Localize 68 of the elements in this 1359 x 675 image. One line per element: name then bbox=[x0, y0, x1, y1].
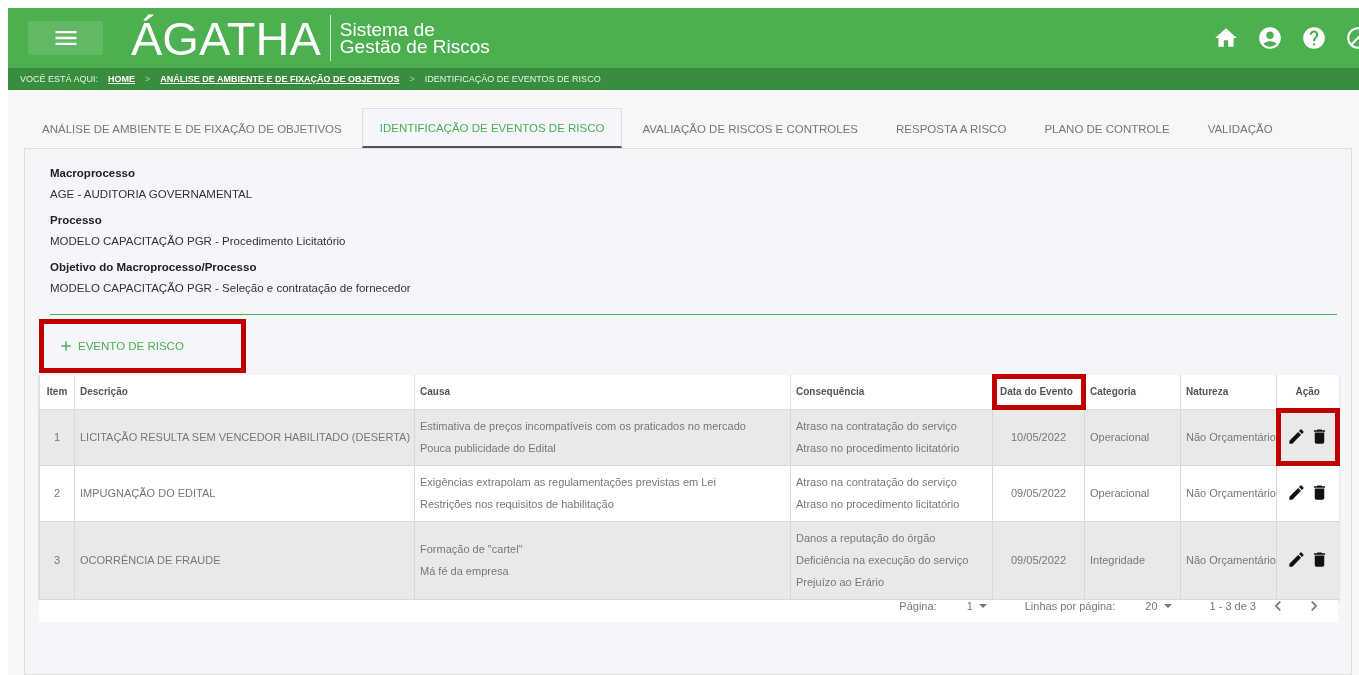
cause-text: Estimativa de preços incompatíveis com os praticados no mercado bbox=[420, 419, 747, 434]
tab[interactable]: PLANO DE CONTROLE bbox=[1026, 108, 1188, 148]
page-label: Página: bbox=[899, 599, 937, 612]
column-header: Item bbox=[39, 375, 75, 409]
breadcrumb-separator: > bbox=[409, 74, 415, 84]
field-value: AGE - AUDITORIA GOVERNAMENTAL bbox=[50, 188, 254, 200]
cause-text: Má fé da empresa bbox=[420, 564, 510, 579]
account-icon[interactable] bbox=[1257, 25, 1283, 51]
table-cell: Não Orçamentário bbox=[1180, 409, 1277, 465]
consequence-text: Danos a reputação do órgão bbox=[796, 531, 937, 546]
consequence-text: Deficiência na execução do serviço bbox=[796, 553, 970, 568]
column-header: Natureza bbox=[1180, 375, 1277, 409]
table-cell: 3 bbox=[39, 521, 75, 599]
rows-per-page-select[interactable]: 20 bbox=[1145, 599, 1172, 612]
table-cell: Integridade bbox=[1084, 521, 1181, 599]
table-cell: 2 bbox=[39, 465, 75, 521]
cause-text: Pouca publicidade do Edital bbox=[420, 441, 557, 456]
column-header: Ação bbox=[1276, 375, 1339, 409]
consequence-text: Atraso no procedimento licitatório bbox=[796, 497, 961, 512]
field-value: MODELO CAPACITAÇÃO PGR - Procedimento Licitatório bbox=[50, 235, 347, 247]
field-value: MODELO CAPACITAÇÃO PGR - Seleção e contratação de fornecedor bbox=[50, 282, 412, 294]
cause-text: Restrições nos requisitos de habilitação bbox=[420, 497, 615, 512]
field-label: Macroprocesso bbox=[50, 167, 136, 179]
app-subtitle: Sistema de Gestão de Riscos bbox=[338, 21, 490, 55]
consequence-text: Prejuízo ao Erário bbox=[796, 575, 886, 590]
column-header: Categoria bbox=[1084, 375, 1181, 409]
field-label: Processo bbox=[50, 214, 103, 226]
column-header: Descrição bbox=[74, 375, 415, 409]
add-risk-event-button[interactable]: EVENTO DE RISCO bbox=[39, 319, 246, 373]
table-cell: Operacional bbox=[1084, 465, 1181, 521]
table-cell: Operacional bbox=[1084, 409, 1181, 465]
plus-icon bbox=[58, 338, 74, 354]
table-cell: 1 bbox=[39, 409, 75, 465]
table-cell: IMPUGNAÇÃO DO EDITAL bbox=[74, 465, 415, 521]
caret-icon bbox=[978, 603, 987, 608]
caret-icon bbox=[1163, 603, 1172, 608]
field-label: Objetivo do Macroprocesso/Processo bbox=[50, 261, 258, 273]
table-cell: Não Orçamentário bbox=[1180, 521, 1277, 599]
consequence-text: Atraso no procedimento licitatório bbox=[796, 441, 961, 456]
column-header: Consequência bbox=[790, 375, 993, 409]
table-cell: Não Orçamentário bbox=[1180, 465, 1277, 521]
cause-text: Exigências extrapolam as regulamentações previstas em Lei bbox=[420, 475, 717, 490]
table-cell: LICITAÇÃO RESULTA SEM VENCEDOR HABILITADO (DESERTA) bbox=[74, 409, 415, 465]
tab[interactable]: AVALIAÇÃO DE RISCOS E CONTROLES bbox=[624, 108, 876, 148]
column-header: Data do Evento bbox=[992, 375, 1085, 409]
breadcrumb-link[interactable]: ANÁLISE DE AMBIENTE E DE FIXAÇÃO DE OBJETIVOS bbox=[160, 74, 400, 84]
table-cell: 09/05/2022 bbox=[992, 521, 1085, 599]
consequence-text: Atraso na contratação do serviço bbox=[796, 475, 958, 490]
page-range: 1 - 3 de 3 bbox=[1209, 599, 1256, 612]
rows-per-page-label: Linhas por página: bbox=[1024, 599, 1116, 612]
table-cell: 09/05/2022 bbox=[992, 465, 1085, 521]
page-select[interactable]: 1 bbox=[966, 599, 987, 612]
breadcrumb-separator: > bbox=[145, 74, 151, 84]
column-header: Causa bbox=[414, 375, 791, 409]
app-logo: ÁGATHA bbox=[131, 15, 331, 61]
menu-button[interactable] bbox=[28, 21, 103, 55]
breadcrumb-current: IDENTIFICAÇÃO DE EVENTOS DE RISCO bbox=[424, 74, 601, 84]
tab[interactable]: ANÁLISE DE AMBIENTE E DE FIXAÇÃO DE OBJETIVOS bbox=[24, 108, 360, 148]
breadcrumb-label: VOCÊ ESTÁ AQUI: bbox=[20, 74, 99, 84]
tab[interactable]: IDENTIFICAÇÃO DE EVENTOS DE RISCO bbox=[361, 108, 623, 148]
help-icon[interactable] bbox=[1301, 25, 1327, 51]
table-cell: 10/05/2022 bbox=[992, 409, 1085, 465]
consequence-text: Atraso na contratação do serviço bbox=[796, 419, 958, 434]
cause-text: Formação de "cartel" bbox=[420, 542, 524, 557]
tab[interactable]: VALIDAÇÃO bbox=[1189, 108, 1291, 148]
breadcrumb-link[interactable]: HOME bbox=[108, 74, 136, 84]
tab[interactable]: RESPOSTA A RISCO bbox=[878, 108, 1025, 148]
table-cell: OCORRÊNCIA DE FRAUDE bbox=[74, 521, 415, 599]
